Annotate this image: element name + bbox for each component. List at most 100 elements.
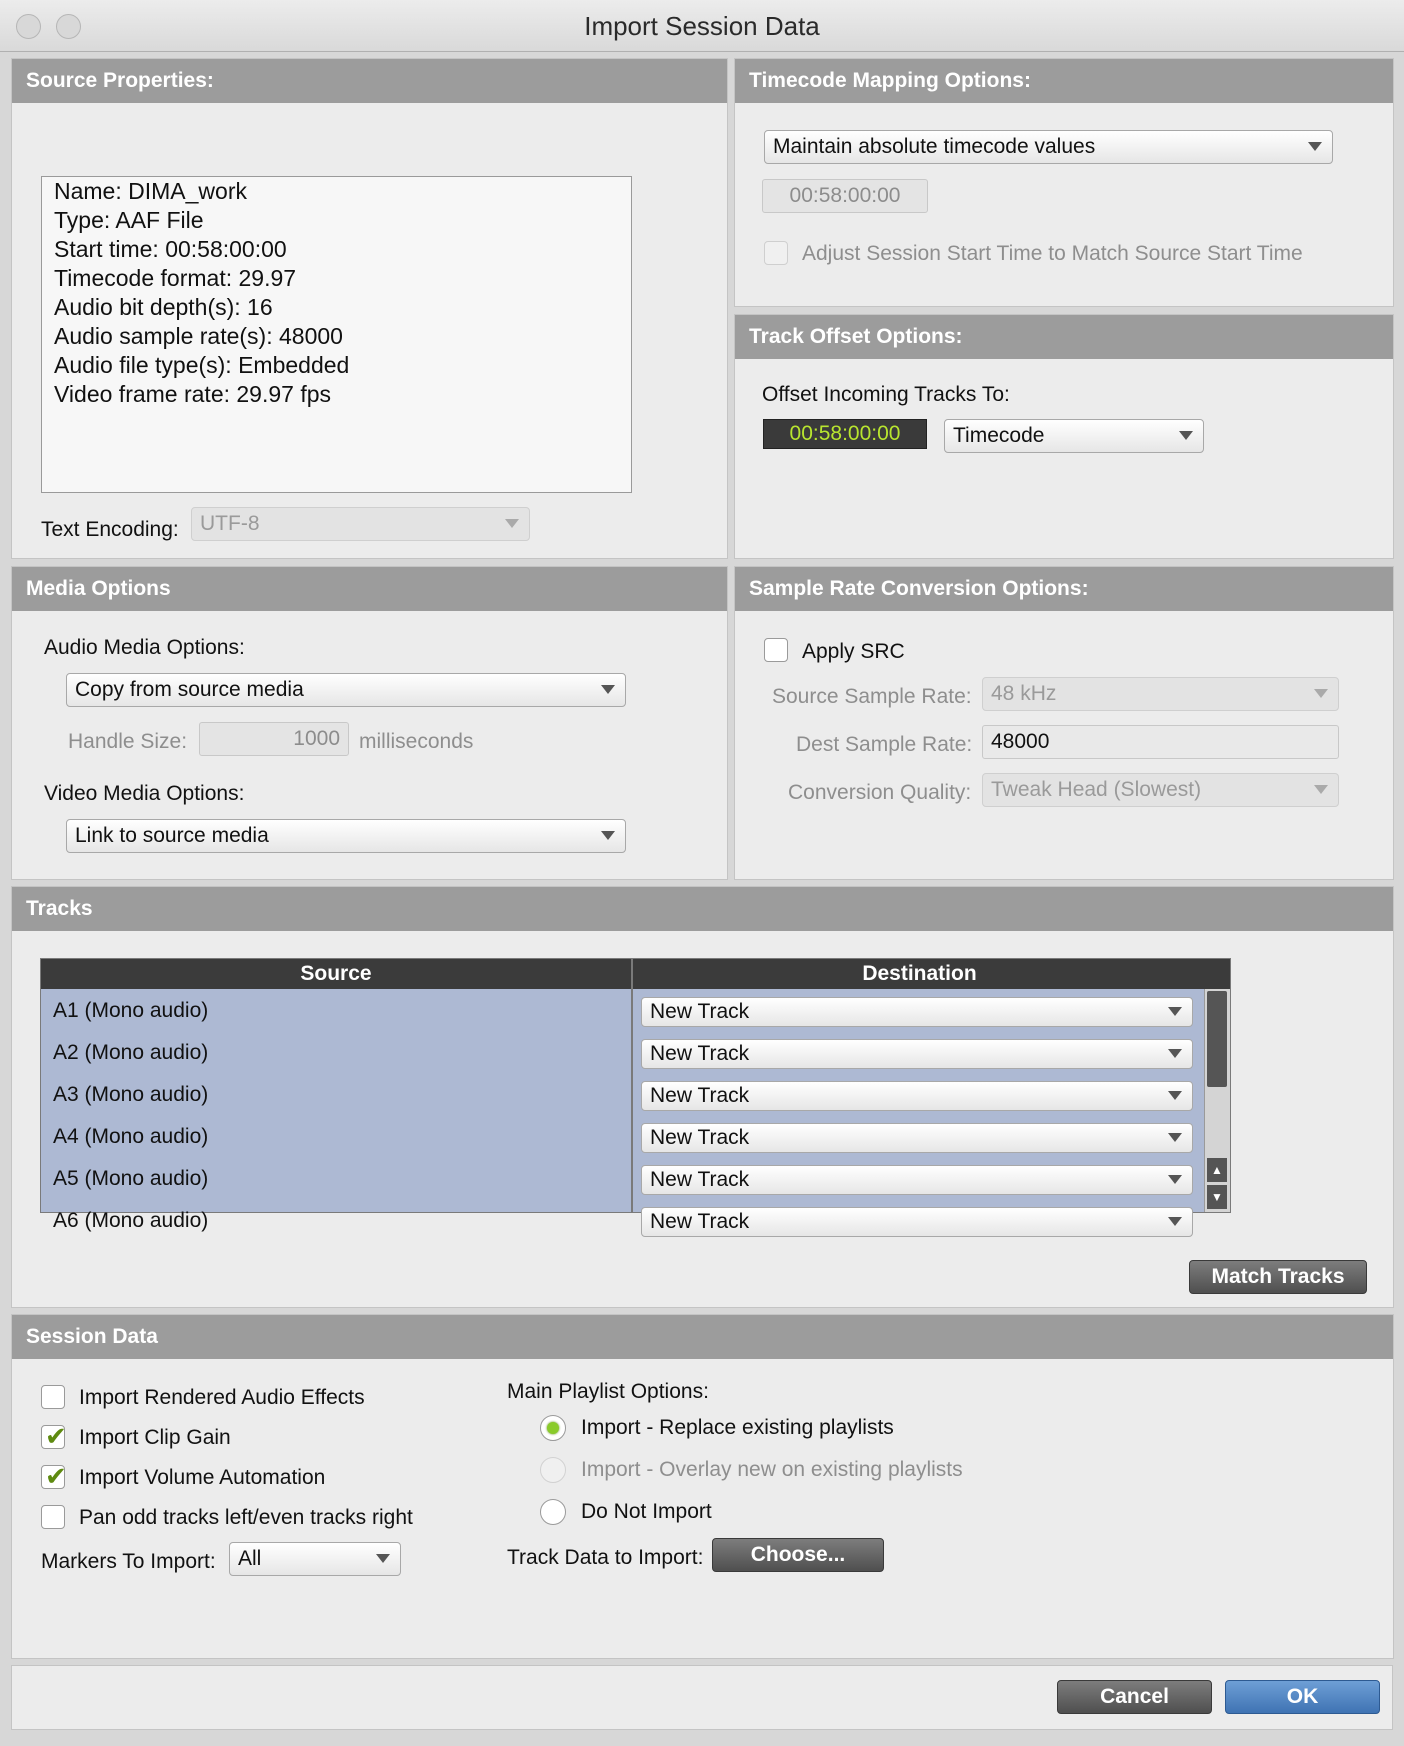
chevron-down-icon — [1168, 1049, 1182, 1058]
chevron-down-icon — [1168, 1217, 1182, 1226]
track-source: A5 (Mono audio) — [53, 1167, 209, 1190]
chevron-down-icon — [1314, 785, 1328, 794]
offset-unit-select[interactable]: Timecode — [944, 419, 1204, 453]
session-data-panel: Session Data Import Rendered Audio Effec… — [11, 1314, 1394, 1659]
radio-selected-dot — [547, 1422, 559, 1434]
source-column-header: Source — [300, 962, 372, 985]
video-media-select[interactable]: Link to source media — [66, 819, 626, 853]
playlist-overlay-label: Import - Overlay new on existing playlis… — [581, 1458, 963, 1481]
match-tracks-button[interactable]: Match Tracks — [1189, 1260, 1367, 1294]
property-line: Audio file type(s): Embedded — [54, 352, 350, 378]
track-destination-value: New Track — [650, 1210, 750, 1233]
property-line: Video frame rate: 29.97 fps — [54, 381, 332, 407]
track-source: A2 (Mono audio) — [53, 1041, 209, 1064]
text-encoding-select[interactable]: UTF-8 — [191, 507, 530, 541]
track-destination-select[interactable]: New Track — [641, 1207, 1193, 1237]
apply-src-label: Apply SRC — [802, 640, 905, 663]
markers-to-import-value: All — [238, 1547, 262, 1570]
markers-to-import-label: Markers To Import: — [41, 1550, 216, 1573]
window-title: Import Session Data — [584, 11, 820, 41]
timecode-mapping-select[interactable]: Maintain absolute timecode values — [764, 130, 1333, 164]
text-encoding-value: UTF-8 — [200, 512, 260, 535]
handle-size-unit: milliseconds — [359, 730, 474, 753]
adjust-start-time-label: Adjust Session Start Time to Match Sourc… — [802, 242, 1303, 265]
apply-src-checkbox[interactable] — [764, 638, 788, 662]
track-offset-panel: Track Offset Options: Offset Incoming Tr… — [734, 314, 1394, 559]
ok-button[interactable]: OK — [1225, 1680, 1380, 1714]
import-rendered-effects-checkbox[interactable] — [41, 1385, 65, 1409]
markers-to-import-select[interactable]: All — [229, 1542, 401, 1576]
track-destination-select[interactable]: New Track — [641, 1039, 1193, 1069]
tracks-panel: Tracks Source Destination A1 (Mono audio… — [11, 886, 1394, 1308]
playlist-replace-radio[interactable] — [540, 1415, 566, 1441]
playlist-do-not-import-label: Do Not Import — [581, 1500, 712, 1523]
track-source: A4 (Mono audio) — [53, 1125, 209, 1148]
conversion-quality-label: Conversion Quality: — [788, 781, 972, 804]
track-destination-value: New Track — [650, 1000, 750, 1023]
chevron-down-icon — [1168, 1175, 1182, 1184]
import-session-dialog: Import Session Data Source Properties: N… — [0, 0, 1404, 1746]
src-options-panel: Sample Rate Conversion Options: Apply SR… — [734, 566, 1394, 880]
source-sample-rate-select[interactable]: 48 kHz — [982, 677, 1339, 711]
audio-media-select[interactable]: Copy from source media — [66, 673, 626, 707]
chevron-down-icon — [1168, 1091, 1182, 1100]
panel-header: Tracks — [12, 887, 1393, 931]
choose-track-data-button[interactable]: Choose... — [712, 1538, 884, 1572]
offset-unit-value: Timecode — [953, 424, 1045, 447]
track-destination-value: New Track — [650, 1168, 750, 1191]
property-line: Audio sample rate(s): 48000 — [54, 323, 343, 349]
tracks-table: Source Destination A1 (Mono audio) New T… — [40, 958, 1231, 1237]
chevron-down-icon — [1168, 1007, 1182, 1016]
tracks-scrollbar[interactable]: ▲ ▼ — [1204, 989, 1230, 1212]
scroll-down-icon[interactable]: ▼ — [1207, 1185, 1227, 1209]
tracks-table-header: Source Destination — [41, 959, 1230, 989]
panel-header: Timecode Mapping Options: — [735, 59, 1393, 103]
handle-size-label: Handle Size: — [68, 730, 188, 753]
property-line: Name: DIMA_work — [54, 178, 247, 204]
source-properties-list: Name: DIMA_work Type: AAF File Start tim… — [41, 176, 632, 493]
import-clip-gain-label: Import Clip Gain — [79, 1426, 231, 1449]
cancel-button[interactable]: Cancel — [1057, 1680, 1212, 1714]
text-encoding-label: Text Encoding: — [41, 518, 179, 541]
pan-odd-even-checkbox[interactable] — [41, 1505, 65, 1529]
main-playlist-label: Main Playlist Options: — [507, 1380, 709, 1403]
handle-size-field[interactable]: 1000 — [199, 722, 349, 756]
playlist-do-not-import-radio[interactable] — [540, 1499, 566, 1525]
offset-timecode-field[interactable]: 00:58:00:00 — [763, 419, 927, 449]
destination-column-header: Destination — [862, 962, 977, 985]
scroll-up-icon[interactable]: ▲ — [1207, 1158, 1227, 1182]
playlist-overlay-radio[interactable] — [540, 1457, 566, 1483]
track-destination-select[interactable]: New Track — [641, 1123, 1193, 1153]
panel-header: Source Properties: — [12, 59, 727, 103]
track-source: A3 (Mono audio) — [53, 1083, 209, 1106]
track-destination-select[interactable]: New Track — [641, 1165, 1193, 1195]
media-options-panel: Media Options Audio Media Options: Copy … — [11, 566, 728, 880]
property-line: Start time: 00:58:00:00 — [54, 236, 287, 262]
audio-media-label: Audio Media Options: — [44, 636, 245, 659]
track-destination-value: New Track — [650, 1042, 750, 1065]
column-divider — [631, 959, 633, 1212]
audio-media-value: Copy from source media — [75, 678, 304, 701]
scrollbar-thumb[interactable] — [1207, 991, 1227, 1087]
checkmark-icon: ✔ — [45, 1461, 67, 1491]
import-volume-automation-checkbox[interactable]: ✔ — [41, 1461, 67, 1491]
track-destination-select[interactable]: New Track — [641, 1081, 1193, 1111]
track-destination-select[interactable]: New Track — [641, 997, 1193, 1027]
conversion-quality-select[interactable]: Tweak Head (Slowest) — [982, 773, 1339, 807]
import-rendered-effects-label: Import Rendered Audio Effects — [79, 1386, 365, 1409]
import-volume-automation-label: Import Volume Automation — [79, 1466, 326, 1489]
timecode-mapping-field[interactable]: 00:58:00:00 — [762, 179, 928, 213]
import-clip-gain-checkbox[interactable]: ✔ — [41, 1422, 67, 1450]
property-line: Type: AAF File — [54, 207, 204, 233]
conversion-quality-value: Tweak Head (Slowest) — [991, 778, 1202, 801]
source-sample-rate-label: Source Sample Rate: — [772, 685, 972, 708]
track-source: A6 (Mono audio) — [53, 1209, 209, 1232]
adjust-start-time-checkbox[interactable] — [764, 241, 788, 265]
chevron-down-icon — [1314, 689, 1328, 698]
dest-sample-rate-field[interactable]: 48000 — [982, 725, 1339, 759]
track-destination-value: New Track — [650, 1084, 750, 1107]
offset-incoming-label: Offset Incoming Tracks To: — [762, 383, 1010, 406]
timecode-mapping-panel: Timecode Mapping Options: Maintain absol… — [734, 58, 1394, 307]
video-media-value: Link to source media — [75, 824, 269, 847]
chevron-down-icon — [1168, 1133, 1182, 1142]
